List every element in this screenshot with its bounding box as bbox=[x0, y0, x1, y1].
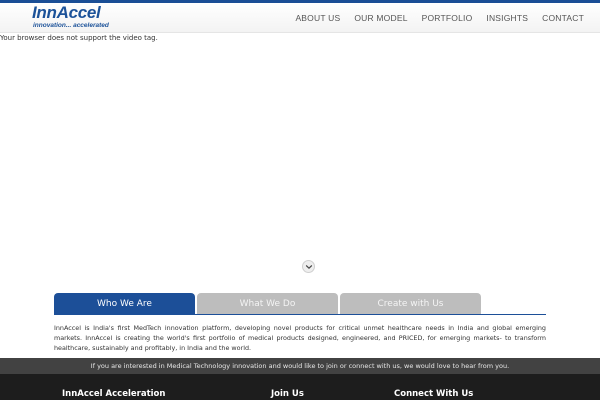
info-tabs: Who We Are What We Do Create with Us bbox=[54, 293, 481, 314]
footer-heading-acceleration: InnAccel Acceleration bbox=[62, 389, 166, 399]
chevron-down-icon bbox=[305, 264, 312, 269]
nav-about-us[interactable]: ABOUT US bbox=[295, 13, 340, 23]
cta-bar: If you are interested in Medical Technol… bbox=[0, 358, 600, 374]
site-header: InnAccel innovation... accelerated ABOUT… bbox=[0, 3, 600, 33]
logo[interactable]: InnAccel innovation... accelerated bbox=[32, 4, 109, 30]
logo-tagline: innovation... accelerated bbox=[33, 22, 109, 29]
scroll-down-button[interactable] bbox=[302, 260, 315, 273]
tab-underline bbox=[54, 314, 546, 315]
nav-our-model[interactable]: OUR MODEL bbox=[354, 13, 407, 23]
nav-portfolio[interactable]: PORTFOLIO bbox=[422, 13, 473, 23]
logo-name: InnAccel bbox=[32, 3, 101, 22]
nav-insights[interactable]: INSIGHTS bbox=[486, 13, 528, 23]
about-paragraph: InnAccel is India's first MedTech innova… bbox=[54, 324, 546, 352]
site-footer: InnAccel Acceleration Join Us Connect Wi… bbox=[0, 374, 600, 400]
main-nav: ABOUT US OUR MODEL PORTFOLIO INSIGHTS CO… bbox=[295, 13, 584, 23]
nav-contact[interactable]: CONTACT bbox=[542, 13, 584, 23]
video-fallback-text: Your browser does not support the video … bbox=[0, 34, 158, 42]
tab-create-with-us[interactable]: Create with Us bbox=[340, 293, 481, 314]
footer-heading-connect: Connect With Us bbox=[394, 389, 474, 399]
cta-text: If you are interested in Medical Technol… bbox=[90, 362, 510, 370]
footer-heading-join-us: Join Us bbox=[271, 389, 304, 399]
tab-what-we-do[interactable]: What We Do bbox=[197, 293, 338, 314]
tab-who-we-are[interactable]: Who We Are bbox=[54, 293, 195, 314]
